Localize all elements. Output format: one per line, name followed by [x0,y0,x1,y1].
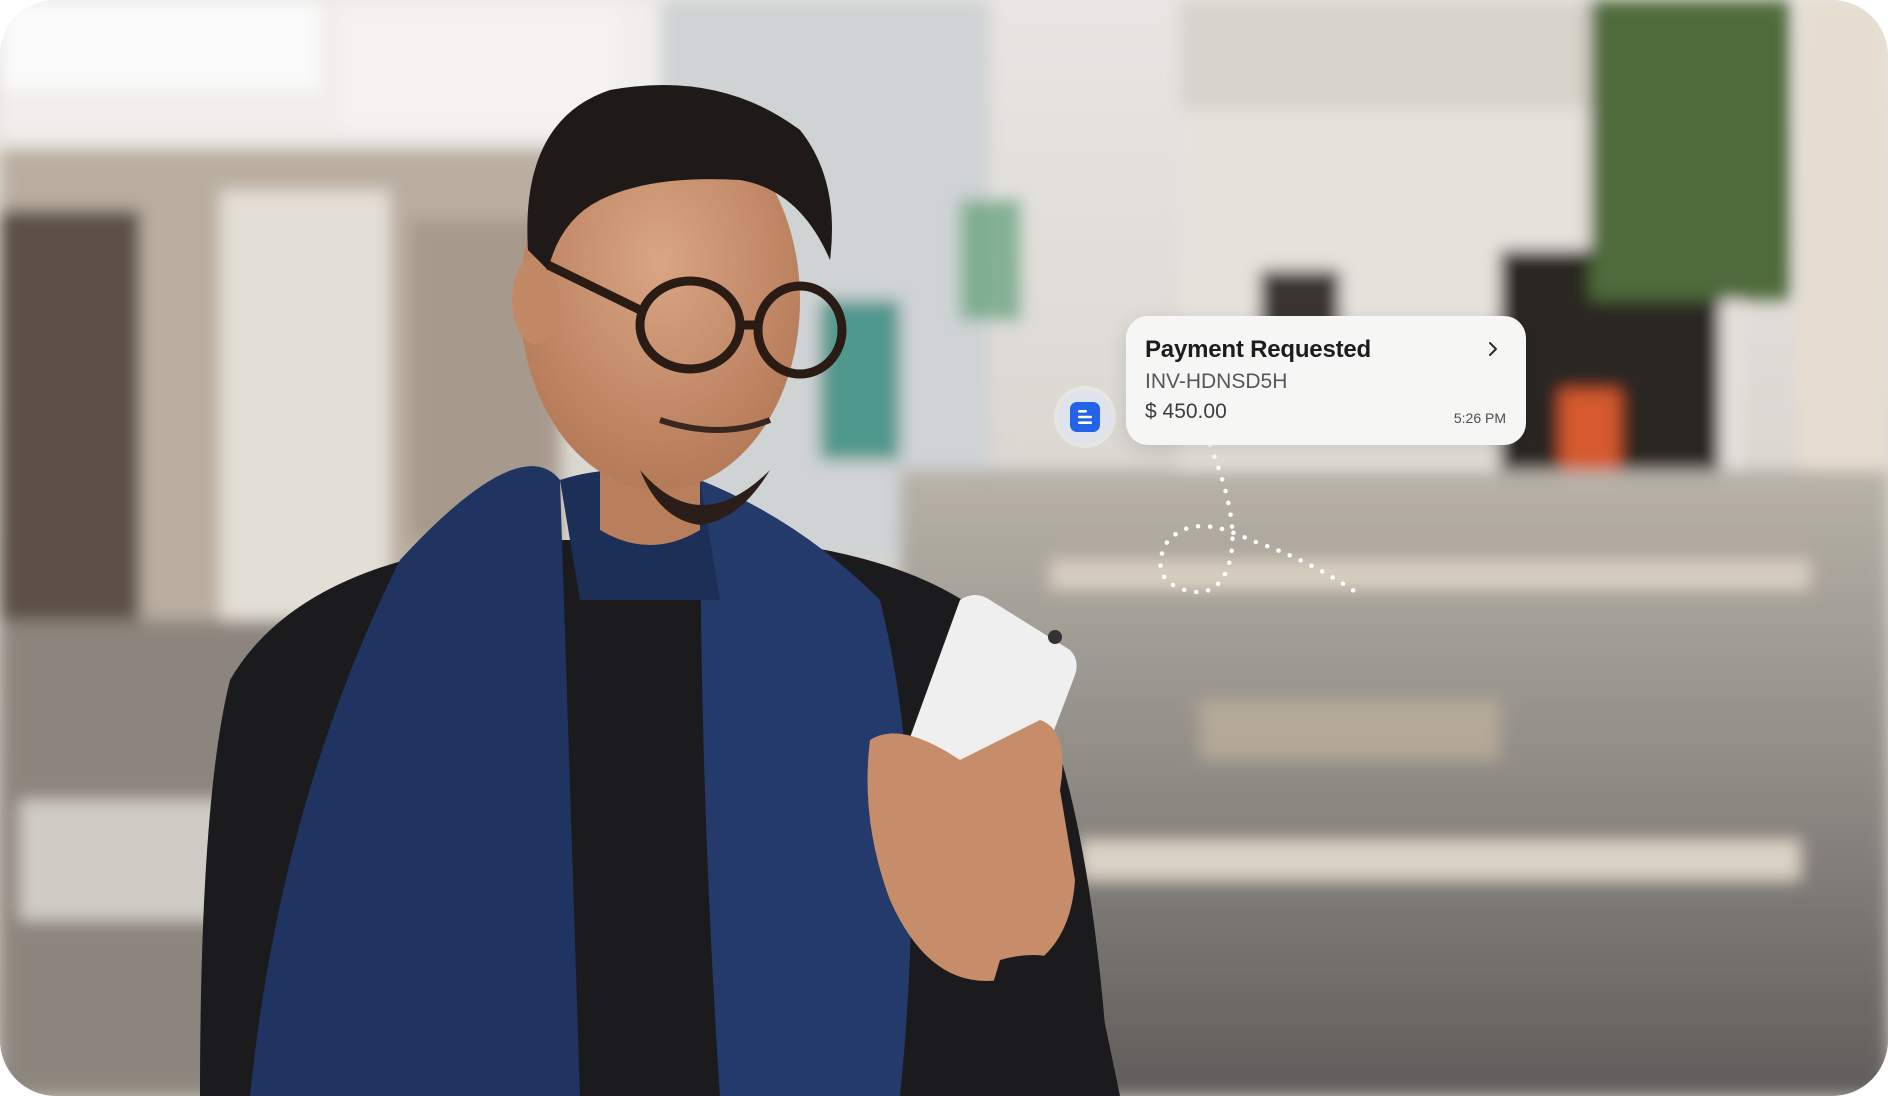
app-badge [1058,390,1112,444]
invoice-id: INV-HDNSD5H [1145,370,1288,393]
image-frame: Payment Requested INV-HDNSD5H $ 450.00 5… [0,0,1888,1096]
chevron-right-icon[interactable] [1484,340,1502,358]
notification-title: Payment Requested [1145,336,1372,363]
street-photo [0,0,1888,1096]
document-icon [1070,402,1100,432]
payment-notification-card[interactable]: Payment Requested INV-HDNSD5H $ 450.00 5… [1126,316,1526,445]
payment-amount: $ 450.00 [1145,400,1227,423]
notification-time: 5:26 PM [1453,410,1506,426]
